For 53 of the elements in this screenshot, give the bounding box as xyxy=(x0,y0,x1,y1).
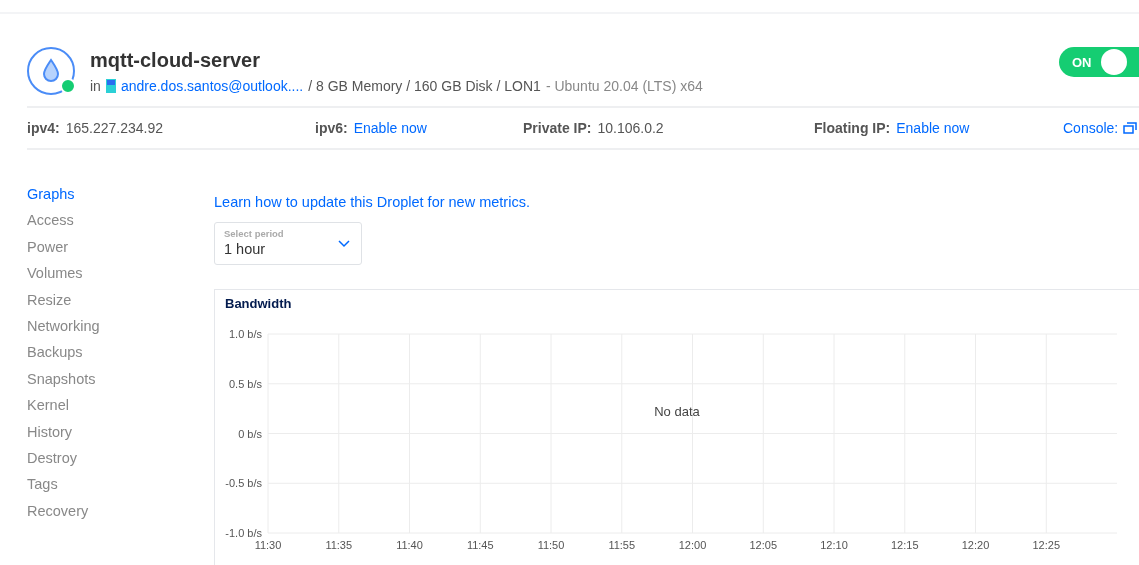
owner-link[interactable]: andre.dos.santos@outlook.... xyxy=(120,77,304,94)
sidebar-item[interactable]: Tags xyxy=(27,476,214,503)
x-tick-label: 12:15 xyxy=(891,539,919,551)
x-tick-label: 12:25 xyxy=(1032,539,1060,551)
sidebar-item[interactable]: Volumes xyxy=(27,265,214,292)
x-tick-label: 11:45 xyxy=(466,539,494,551)
power-toggle[interactable]: ON xyxy=(1059,47,1139,77)
enable-link[interactable]: Enable now xyxy=(896,120,970,136)
sidebar-item[interactable]: Resize xyxy=(27,291,214,318)
network-value: 10.106.0.2 xyxy=(597,120,664,136)
y-tick-label: 1.0 b/s xyxy=(228,328,262,340)
network-label: Floating IP: xyxy=(814,120,891,136)
sidebar-item[interactable]: Snapshots xyxy=(27,370,214,398)
x-tick-label: 12:10 xyxy=(820,539,848,551)
y-tick-label: -1.0 b/s xyxy=(225,527,262,539)
y-tick-label: 0 b/s xyxy=(238,427,262,440)
in-label: in xyxy=(90,77,101,94)
droplet-icon xyxy=(41,58,61,84)
sidebar-item[interactable]: Recovery xyxy=(27,502,214,530)
x-tick-label: 12:20 xyxy=(961,539,990,551)
chart-title: Bandwidth xyxy=(224,295,293,311)
caret-icon xyxy=(338,240,350,248)
x-tick-label: 11:55 xyxy=(608,539,636,551)
x-tick-label: 11:50 xyxy=(537,539,565,551)
hourglass-icon xyxy=(105,78,116,93)
droplet-name: mqtt-cloud-server xyxy=(90,48,262,72)
x-tick-label: 12:05 xyxy=(749,539,777,551)
x-tick-label: 11:40 xyxy=(396,539,423,551)
sidebar-item[interactable]: Power xyxy=(27,238,214,266)
window-icon xyxy=(1123,122,1138,134)
sidebar-item[interactable]: History xyxy=(27,423,214,450)
console-link[interactable]: Console: xyxy=(1063,120,1119,136)
enable-link[interactable]: Enable now xyxy=(353,120,427,136)
droplet-specs: / 8 GB Memory / 160 GB Disk / LON1 xyxy=(308,77,541,94)
x-tick-label: 11:35 xyxy=(325,539,353,551)
sidebar-item[interactable]: Backups xyxy=(27,344,214,371)
y-tick-label: 0.5 b/s xyxy=(228,377,262,390)
x-tick-label: 12:00 xyxy=(678,539,707,551)
period-select[interactable]: Select period 1 hour xyxy=(214,222,362,265)
metrics-link[interactable]: Learn how to update this Droplet for new metrics. xyxy=(214,194,1139,210)
network-value: 165.227.234.92 xyxy=(65,120,163,136)
sidebar-item[interactable]: Destroy xyxy=(27,449,214,477)
network-label: Private IP: xyxy=(523,120,592,136)
network-label: ipv6: xyxy=(315,120,348,136)
x-tick-label: 11:30 xyxy=(254,539,282,551)
sidebar-item[interactable]: Networking xyxy=(27,317,214,345)
sidebar-item[interactable]: Graphs xyxy=(27,186,214,213)
droplet-os: - Ubuntu 20.04 (LTS) x64 xyxy=(545,77,703,94)
y-tick-label: -0.5 b/s xyxy=(225,477,262,490)
network-label: ipv4: xyxy=(27,120,60,136)
no-data-message: No data xyxy=(654,404,700,419)
sidebar-item[interactable]: Kernel xyxy=(27,397,214,424)
sidebar-item[interactable]: Access xyxy=(27,212,214,239)
